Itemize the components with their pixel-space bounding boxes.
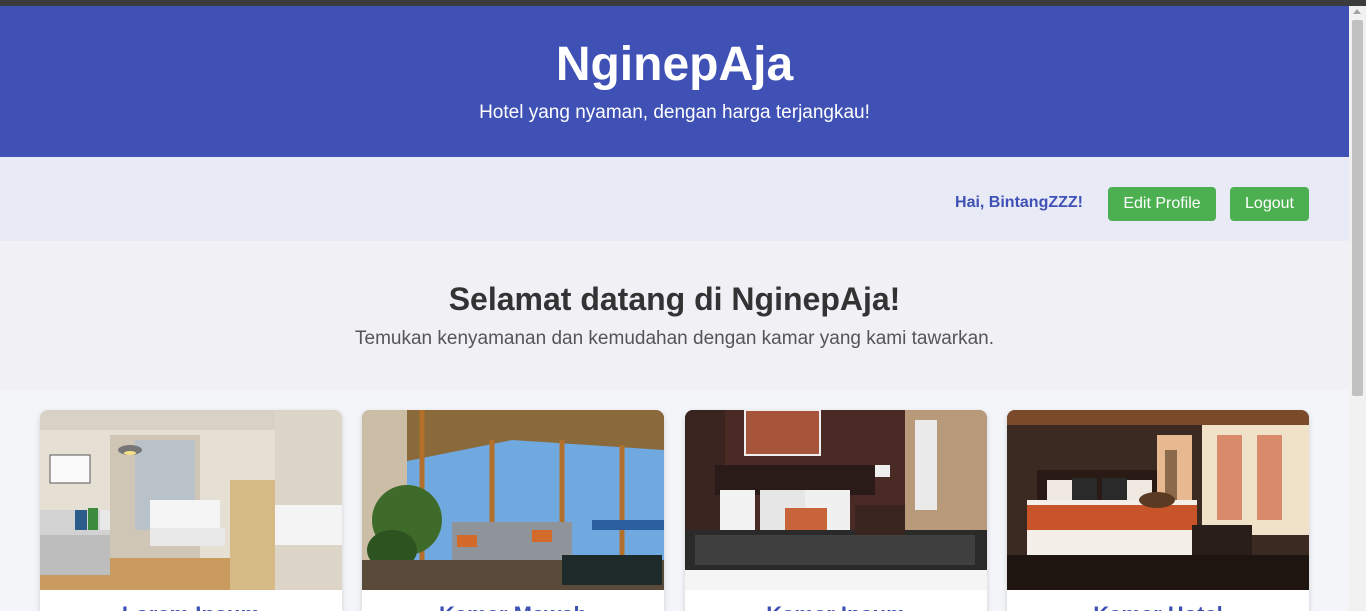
- room-list: Lorem Ipsum Kamar Mewah: [0, 390, 1349, 611]
- user-navbar: Hai, BintangZZZ! Edit Profile Logout: [0, 157, 1349, 241]
- user-greeting: Hai, BintangZZZ!: [955, 194, 1083, 211]
- edit-profile-button[interactable]: Edit Profile: [1108, 187, 1216, 221]
- site-tagline: Hotel yang nyaman, dengan harga terjangk…: [479, 102, 870, 123]
- room-image[interactable]: [40, 410, 342, 590]
- page-scrollbar[interactable]: [1349, 6, 1366, 611]
- room-image[interactable]: [1007, 410, 1309, 590]
- welcome-heading: Selamat datang di NginepAja!: [448, 281, 901, 317]
- scrollbar-thumb[interactable]: [1352, 20, 1363, 396]
- room-card[interactable]: Kamar Ipsum: [685, 410, 987, 611]
- room-title[interactable]: Lorem Ipsum: [40, 602, 342, 611]
- welcome-subtext: Temukan kenyamanan dan kemudahan dengan …: [355, 328, 994, 349]
- room-card[interactable]: Lorem Ipsum: [40, 410, 342, 611]
- room-card[interactable]: Kamar Hotel: [1007, 410, 1309, 611]
- room-image[interactable]: [362, 410, 664, 590]
- room-title[interactable]: Kamar Ipsum: [685, 602, 987, 611]
- site-title: NginepAja: [555, 38, 794, 91]
- room-title[interactable]: Kamar Mewah: [362, 602, 664, 611]
- scroll-up-icon[interactable]: [1353, 9, 1361, 14]
- welcome-section: Selamat datang di NginepAja! Temukan ken…: [0, 241, 1349, 390]
- room-image[interactable]: [685, 410, 987, 590]
- room-card[interactable]: Kamar Mewah: [362, 410, 664, 611]
- room-title[interactable]: Kamar Hotel: [1007, 602, 1309, 611]
- site-header: NginepAja Hotel yang nyaman, dengan harg…: [0, 6, 1349, 157]
- logout-button[interactable]: Logout: [1230, 187, 1309, 221]
